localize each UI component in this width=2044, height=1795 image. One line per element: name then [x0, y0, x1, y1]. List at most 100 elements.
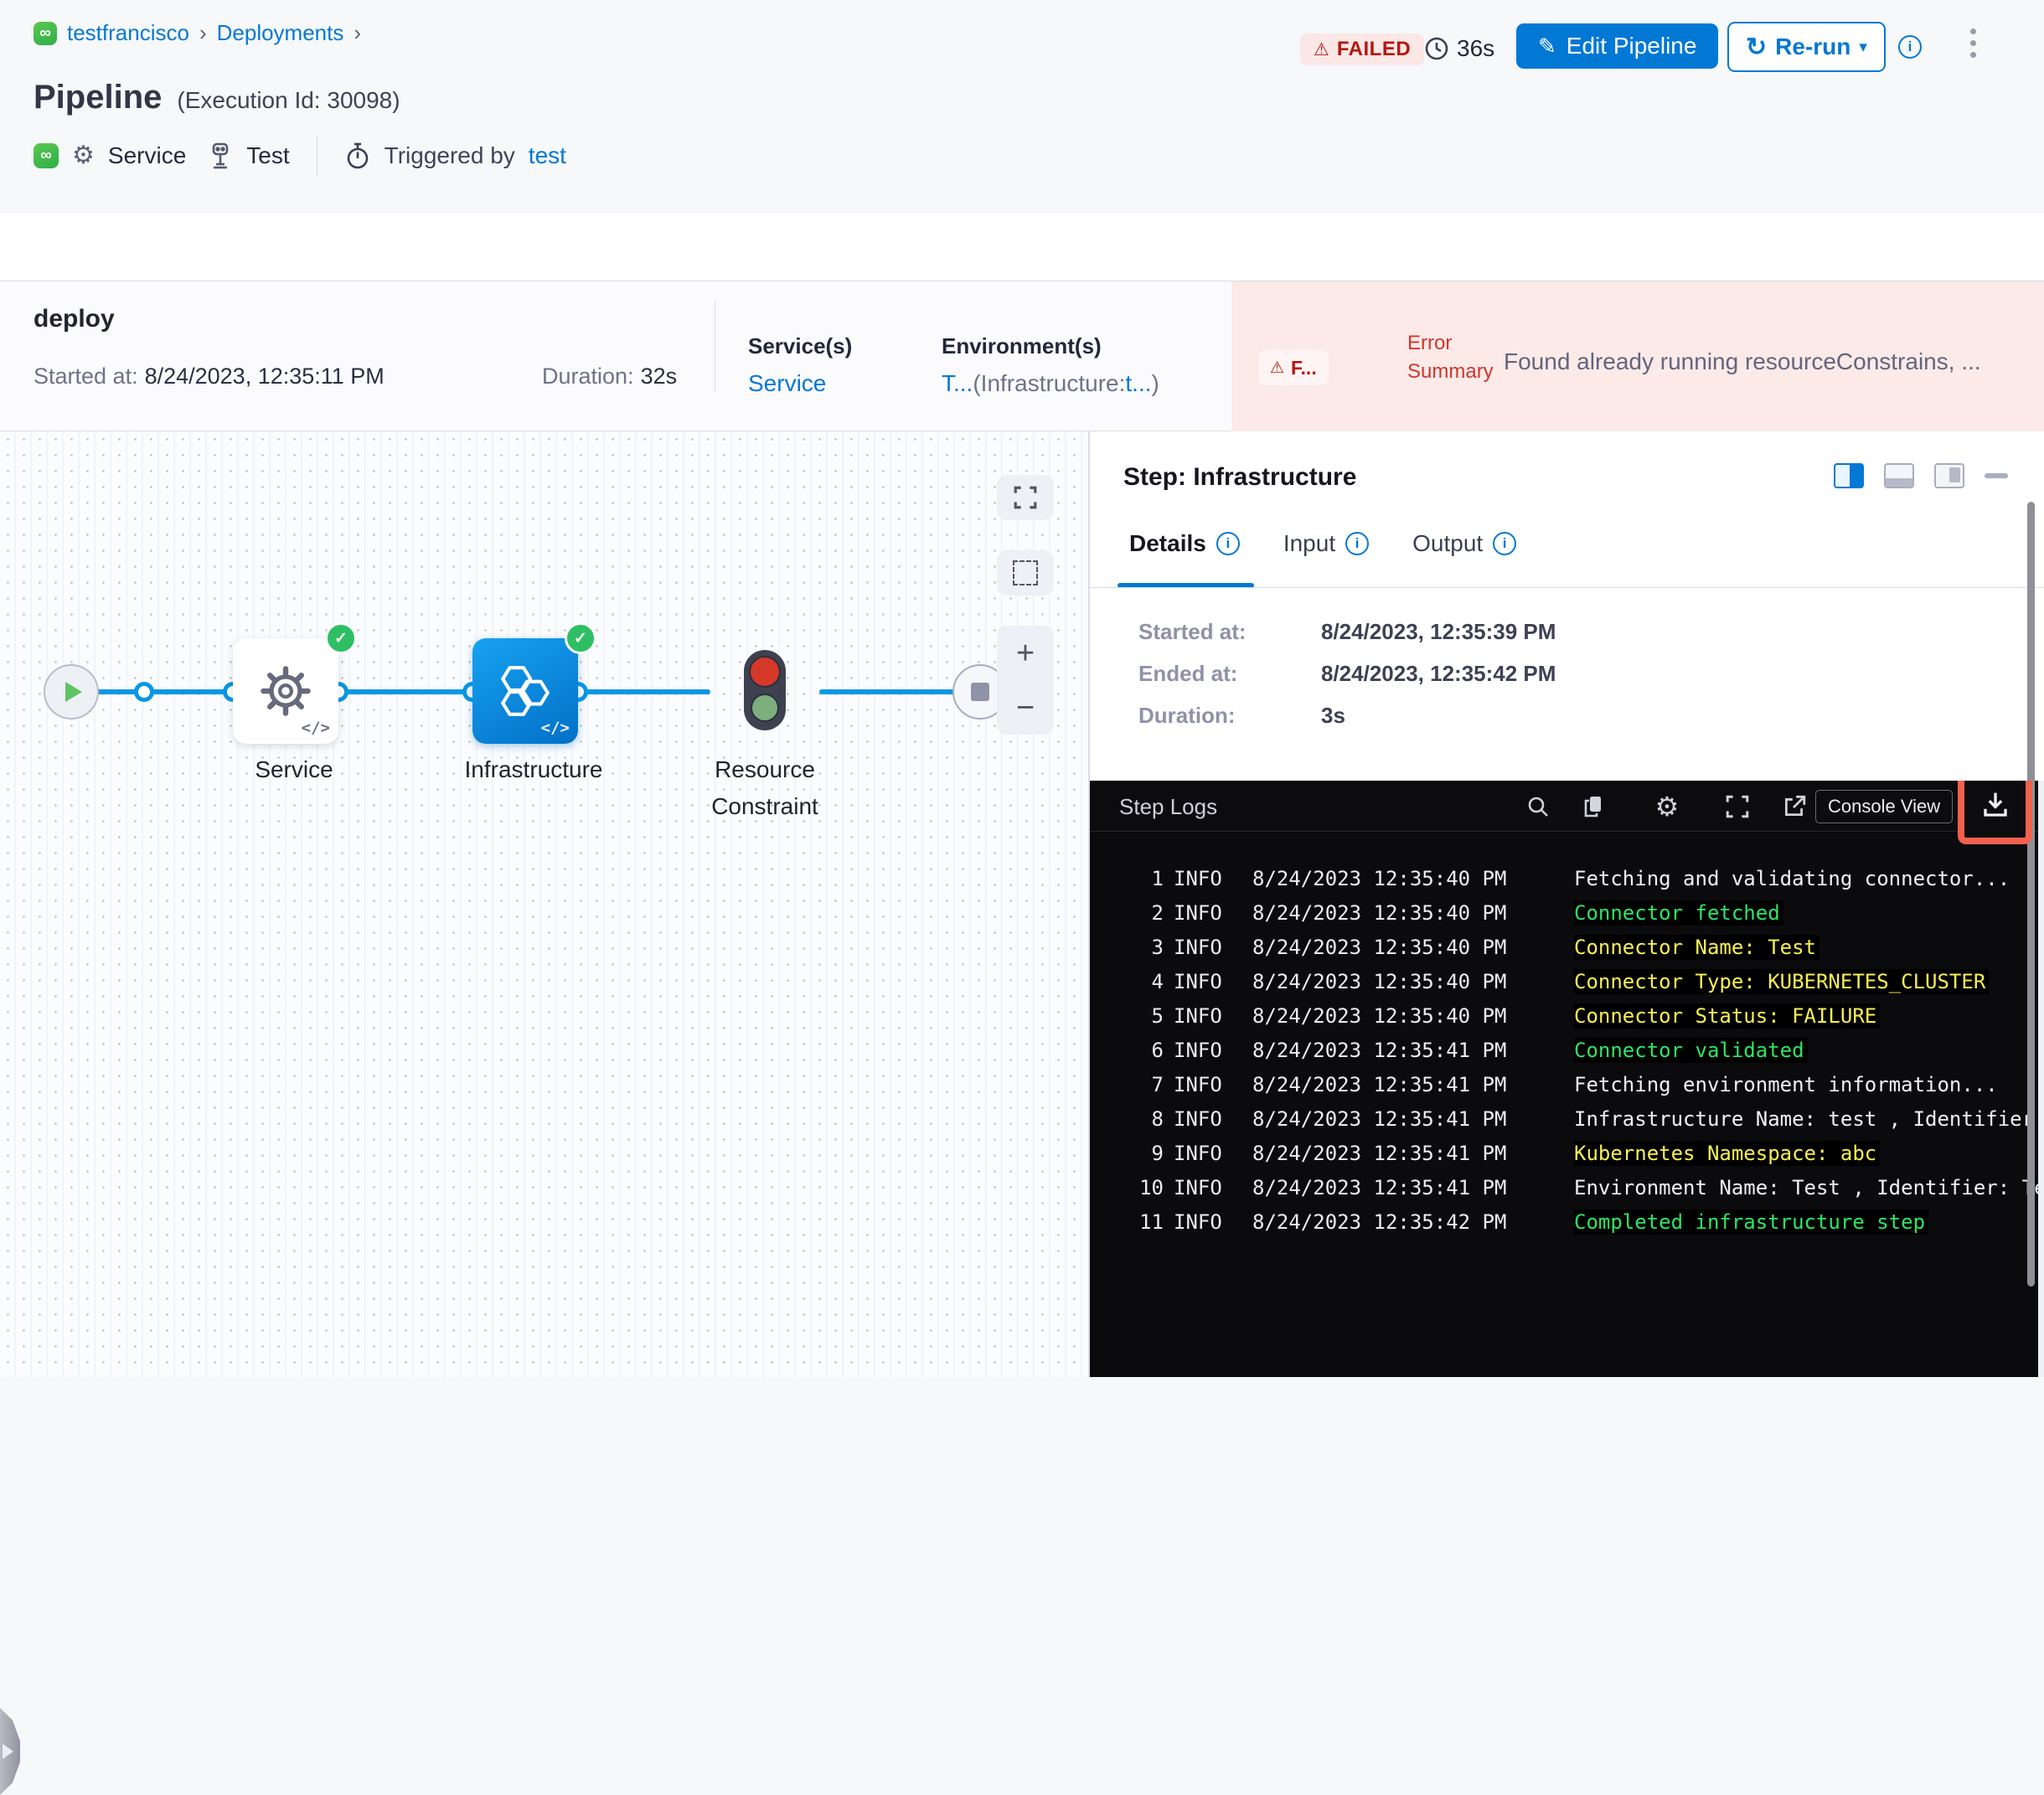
infrastructure-step-node[interactable]: </>	[472, 638, 578, 744]
log-line: 1 INFO 8/24/2023 12:35:40 PM Fetching and v…	[1151, 866, 2010, 890]
step-logs-header: Step Logs ⚙ Console View	[1090, 781, 2038, 832]
graph-select-area-button[interactable]	[997, 550, 1054, 596]
search-logs-icon[interactable]	[1524, 792, 1552, 821]
trigger-user-link[interactable]: test	[529, 142, 566, 169]
pipeline-edge	[819, 689, 972, 694]
panel-scrollbar[interactable]	[2027, 502, 2035, 1287]
start-node[interactable]	[44, 664, 99, 720]
status-text: FAILED	[1336, 38, 1412, 60]
zoom-out-button[interactable]: −	[1016, 692, 1035, 724]
pipeline-graph-canvas[interactable]: </> ✓ Service </> ✓ Infrastructure Resou…	[0, 431, 1089, 1795]
stage-name: deploy	[34, 305, 115, 333]
resource-constraint-label-line2: Constraint	[711, 793, 818, 819]
stop-icon	[971, 683, 989, 701]
info-icon[interactable]: i	[1345, 532, 1370, 555]
left-panel-expander[interactable]	[0, 1708, 20, 1795]
copy-logs-icon[interactable]	[1579, 792, 1608, 821]
panel-layout-switcher	[1834, 463, 2008, 488]
detail-label: Duration:	[1138, 702, 1236, 728]
harness-logo-icon: ∞	[34, 143, 59, 168]
step-detail-tabs: Details i Input i Output i	[1129, 530, 1517, 557]
tab-output[interactable]: Output i	[1412, 530, 1517, 557]
edit-pipeline-label: Edit Pipeline	[1566, 33, 1697, 59]
pipeline-edge	[578, 689, 710, 694]
top-header: ∞ testfrancisco › Deployments › Pipeline…	[0, 0, 2044, 214]
page-title: Pipeline	[34, 79, 163, 116]
success-check-badge: ✓	[565, 622, 596, 654]
step-details-list: Started at: 8/24/2023, 12:35:39 PM Ended…	[1138, 617, 1556, 730]
layout-vertical-split-button[interactable]	[1834, 463, 1864, 488]
edit-pipeline-button[interactable]: ✎ Edit Pipeline	[1516, 23, 1719, 69]
graph-zoom-controls: + −	[997, 626, 1054, 735]
infrastructure-link[interactable]: t...	[1125, 370, 1151, 397]
breadcrumb-project-link[interactable]: testfrancisco	[67, 20, 189, 46]
tab-input-label: Input	[1283, 530, 1336, 556]
resource-constraint-node[interactable]	[744, 650, 786, 730]
delegate-icon	[208, 142, 233, 170]
log-line: 8 INFO 8/24/2023 12:35:41 PM Infrastructure…	[1151, 1106, 2038, 1131]
service-link[interactable]: Service	[748, 370, 826, 397]
environments-header: Environment(s)	[942, 333, 1102, 358]
breadcrumb-deployments-link[interactable]: Deployments	[217, 20, 344, 46]
failed-chip: ⚠ F...	[1258, 350, 1329, 385]
breadcrumb: ∞ testfrancisco › Deployments ›	[34, 20, 361, 46]
environment-link[interactable]: T...	[942, 370, 973, 397]
service-node-label: Service	[255, 756, 333, 782]
stopwatch-icon	[344, 142, 371, 170]
pencil-icon: ✎	[1538, 33, 1556, 59]
pipeline-edge	[88, 689, 233, 694]
zoom-in-button[interactable]: +	[1016, 637, 1035, 669]
log-line: 9 INFO 8/24/2023 12:35:41 PM Kubernetes Nam…	[1090, 1136, 2038, 1170]
tab-details-label: Details	[1129, 530, 1206, 556]
test-meta-label: Test	[246, 142, 290, 168]
infrastructure-node-label: Infrastructure	[464, 756, 603, 782]
detail-label: Started at:	[1138, 618, 1247, 644]
step-details-panel: Step: Infrastructure Details i Input i O…	[1089, 431, 2044, 1377]
resource-constraint-label-line1: Resource	[715, 756, 815, 782]
rerun-button[interactable]: ↻ Re-run ▾	[1727, 22, 1886, 72]
elapsed-time: 36s	[1424, 35, 1494, 62]
open-in-new-icon[interactable]	[1780, 792, 1809, 821]
environment-value[interactable]: T... (Infrastructure: t... )	[942, 370, 1159, 397]
tab-details[interactable]: Details i	[1129, 530, 1240, 557]
layout-floating-button[interactable]	[1934, 463, 1964, 488]
triggered-by-label: Triggered by	[384, 142, 515, 168]
log-line: 3 INFO 8/24/2023 12:35:40 PM Connector Name…	[1090, 930, 2038, 964]
play-icon	[65, 682, 82, 702]
hexagons-icon	[498, 663, 553, 720]
log-settings-gear-icon[interactable]: ⚙	[1653, 792, 1681, 822]
layout-horizontal-split-button[interactable]	[1884, 463, 1914, 488]
tab-output-label: Output	[1412, 530, 1484, 556]
detail-row: Started at: 8/24/2023, 12:35:39 PM	[1138, 617, 1556, 646]
log-line: 10 INFO 8/24/2023 12:35:41 PM Environment N…	[1139, 1175, 2038, 1199]
stage-summary-bar: deploy Started at: 8/24/2023, 12:35:11 P…	[0, 281, 2044, 431]
minimize-panel-button[interactable]	[1985, 473, 2008, 478]
detail-value: 3s	[1321, 702, 1345, 728]
rerun-label: Re-run	[1775, 34, 1851, 59]
log-fullscreen-icon[interactable]	[1723, 792, 1752, 821]
clock-icon	[1424, 36, 1449, 61]
warning-icon: ⚠	[1314, 39, 1329, 59]
info-icon[interactable]: i	[1898, 35, 1922, 59]
info-icon[interactable]: i	[1493, 532, 1517, 555]
log-line: 7 INFO 8/24/2023 12:35:41 PM Fetching envir…	[1151, 1072, 1998, 1096]
more-options-menu[interactable]	[1970, 28, 1976, 58]
service-step-node[interactable]: </>	[233, 638, 338, 744]
graph-fullscreen-button[interactable]	[997, 475, 1054, 520]
tab-input[interactable]: Input i	[1283, 530, 1370, 557]
elapsed-text: 36s	[1457, 35, 1495, 61]
error-summary-label-line2: Summary	[1407, 360, 1494, 383]
log-line: 6 INFO 8/24/2023 12:35:41 PM Connector vali…	[1090, 1033, 2038, 1067]
detail-row: Ended at: 8/24/2023, 12:35:42 PM	[1138, 659, 1556, 688]
traffic-green-light	[751, 694, 779, 722]
error-summary-label-line1: Error	[1407, 332, 1453, 354]
download-logs-highlight[interactable]	[1958, 781, 2032, 844]
pipeline-edge	[338, 689, 472, 694]
edge-port	[134, 682, 154, 702]
log-line: 4 INFO 8/24/2023 12:35:40 PM Connector Type…	[1090, 964, 2038, 998]
console-view-button[interactable]: Console View	[1815, 790, 1954, 823]
step-logs-title: Step Logs	[1119, 794, 1218, 819]
harness-logo-icon: ∞	[34, 21, 57, 45]
code-tag-icon: </>	[540, 719, 570, 737]
info-icon[interactable]: i	[1216, 532, 1240, 555]
